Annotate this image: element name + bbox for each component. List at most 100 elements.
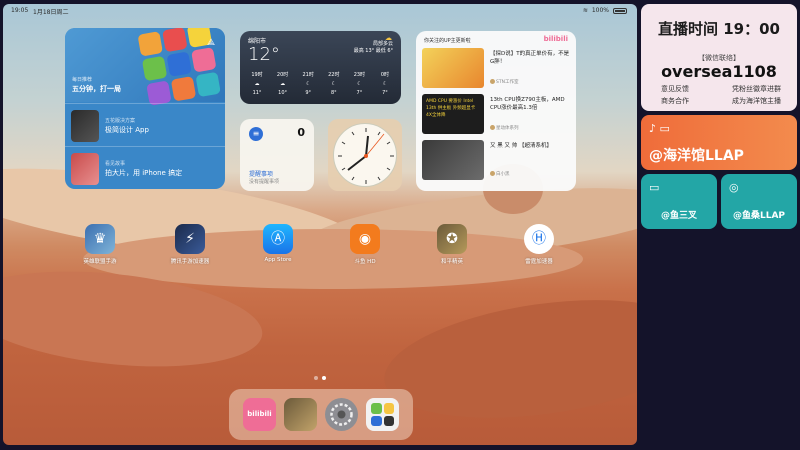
weather-hour: 23时 ☾ 7° xyxy=(348,71,370,98)
dock-bilibili[interactable]: bilibili xyxy=(243,398,276,431)
douyin-panel: ♪ ▭ @海洋馆LLAP xyxy=(641,115,797,170)
video-title: 又 黑 又 帅 【超清系机】 xyxy=(490,143,552,149)
app-label: 和平精英 xyxy=(440,259,463,265)
hour-temp: 9° xyxy=(305,90,312,96)
appstore-story-row[interactable]: 五花版决方案 极简设计 App xyxy=(65,103,225,146)
app-label: App Store xyxy=(264,257,292,263)
weather-widget[interactable]: 绵阳市 12° ☁ 局部多云 最高 13° 最低 6° 19时 ☁ 11° 20时 ☁… xyxy=(240,31,401,104)
weather-hilo: 最高 13° 最低 6° xyxy=(353,48,393,54)
hour-temp: 8° xyxy=(330,90,337,96)
video-thumbnail: AMD CPU 要涨价 Intel 13th 供主板 外频超显卡4X全体降 xyxy=(422,94,484,134)
battery-icon xyxy=(613,7,627,14)
mini-app-icon xyxy=(371,403,382,414)
video-title: 13th CPU换Z790主板，AMD CPU涨价最高1.3倍 xyxy=(490,97,565,111)
dock-settings-icon[interactable] xyxy=(325,398,358,431)
social-name: @鱼桑LLAP xyxy=(732,211,786,221)
gear-icon xyxy=(330,403,353,426)
video-up-name: STN工作室 xyxy=(496,80,519,85)
list-icon: ≡ xyxy=(249,127,263,141)
reminders-subtitle: 没有提醒事项 xyxy=(249,179,280,185)
live-info-panel: 直播时间 19：00 【微信联络】 oversea1108 意见反馈 凭粉丝徽章… xyxy=(641,4,797,111)
hour-temp: 7° xyxy=(382,90,388,96)
app-label: 英雄联盟手游 xyxy=(83,259,117,265)
bilibili-video-item[interactable]: AMD CPU 要涨价 Intel 13th 供主板 外频超显卡4X全体降 13… xyxy=(422,94,572,138)
up-avatar xyxy=(490,79,495,84)
weather-hour: 0时 ☾ 7° xyxy=(374,71,396,98)
dock-peace-elite-icon[interactable] xyxy=(284,398,317,431)
appstore-top[interactable]: ⟁ 每日推荐 五分钟，打一局 xyxy=(65,28,225,106)
rock-layer xyxy=(376,282,637,436)
lol-mobile-icon: ♛ xyxy=(85,224,115,254)
app-label: 斗鱼 HD xyxy=(354,259,376,265)
weather-hour: 19时 ☁ 11° xyxy=(246,71,268,98)
live-info-row: 商务合作 成为海洋馆主播 xyxy=(661,96,781,106)
live-info-row: 意见反馈 凭粉丝徽章进群 xyxy=(661,84,781,94)
hour-time: 0时 xyxy=(380,72,390,78)
page-indicator[interactable] xyxy=(314,376,326,380)
douyin-tv-icon: ♪ ▭ xyxy=(649,122,670,135)
battery-percent: 100% xyxy=(591,7,609,14)
appstore-story-row[interactable]: 看见故事 拍大片，用 iPhone 搞定 xyxy=(65,146,225,189)
clock-face xyxy=(333,123,397,187)
video-thumbnail xyxy=(422,140,484,180)
bilibili-video-item[interactable]: 又 黑 又 帅 【超清系机】 白小黑 xyxy=(422,140,572,184)
hour-time: 21时 xyxy=(302,72,314,78)
social-panel: ▭ @鱼三叉 xyxy=(641,174,717,229)
hour-time: 23时 xyxy=(353,72,366,78)
bilibili-video-item[interactable]: 【探D说】T的真正单价有，不是G胖！ STN工作室 xyxy=(422,48,572,92)
app-peace-elite[interactable]: ✪ 和平精英 xyxy=(422,224,482,270)
appstore-top-big: 五分钟，打一局 xyxy=(72,85,121,93)
story-thumbnail xyxy=(71,110,99,142)
page-dot[interactable] xyxy=(314,376,318,380)
bilibili-widget[interactable]: 你关注的UP主更新啦 bilibili 【探D说】T的真正单价有，不是G胖！ S… xyxy=(416,31,576,191)
social-name: @鱼三叉 xyxy=(660,211,697,221)
reminders-count: 0 xyxy=(297,126,305,139)
app-app-store[interactable]: Ⓐ App Store xyxy=(248,224,308,270)
status-date: 1月18日周二 xyxy=(33,9,69,16)
moon-icon: ☾ xyxy=(382,81,388,87)
tencent-accelerator-icon: ⚡ xyxy=(175,224,205,254)
tv-icon: ▭ xyxy=(649,181,660,194)
appstore-logo-icon: ⟁ xyxy=(207,38,216,48)
page-dot-active[interactable] xyxy=(322,376,326,380)
story-big-label: 极简设计 App xyxy=(105,126,149,134)
wifi-icon: ≋ xyxy=(582,7,588,14)
mini-app-icon xyxy=(383,415,394,426)
mini-app-icon xyxy=(383,403,394,414)
reminders-widget[interactable]: ≡ 0 提醒事项 没有提醒事项 xyxy=(240,119,314,191)
hour-time: 20时 xyxy=(276,72,289,78)
hour-time: 22时 xyxy=(328,72,340,78)
app-lol-mobile[interactable]: ♛ 英雄联盟手游 xyxy=(70,224,130,270)
clock-hands-icon xyxy=(338,128,394,184)
weather-hourly: 19时 ☁ 11° 20时 ☁ 10° 21时 ☾ 9° 22时 ☾ 8° 23时 ☾ 7° 0时 ☾… xyxy=(246,71,396,98)
feedback-label: 意见反馈 xyxy=(661,85,689,93)
hour-time: 19时 xyxy=(251,72,263,78)
cloud-icon: ☁ xyxy=(280,81,286,87)
dock-shortcuts-folder[interactable] xyxy=(366,398,399,431)
ipad-home-screen: 19:05 1月18日周二 ≋ 100% ⟁ 每日推荐 五分钟，打一局 五花版决… xyxy=(3,4,637,445)
douyin-name: @海洋馆LLAP xyxy=(649,148,744,164)
weather-hour: 20时 ☁ 10° xyxy=(272,71,294,98)
live-time: 直播时间 19：00 xyxy=(658,20,780,38)
app-tencent-accelerator[interactable]: ⚡ 腾讯手游加速器 xyxy=(160,224,220,270)
hour-temp: 11° xyxy=(252,90,262,96)
clock-widget[interactable] xyxy=(328,119,402,191)
video-thumbnail xyxy=(422,48,484,88)
stream-overlay: 19:05 1月18日周二 ≋ 100% ⟁ 每日推荐 五分钟，打一局 五花版决… xyxy=(0,0,800,450)
weather-temp: 12° xyxy=(248,44,280,65)
up-avatar xyxy=(490,125,495,130)
bilibili-header: 你关注的UP主更新啦 xyxy=(424,38,471,44)
reminders-title: 提醒事项 xyxy=(249,171,274,178)
thunder-accelerator-icon: Ⓗ xyxy=(524,224,554,254)
app-store-icon: Ⓐ xyxy=(263,224,293,254)
business-label: 商务合作 xyxy=(661,97,689,105)
video-up-name: 星动体系列 xyxy=(496,126,519,131)
app-thunder-accelerator[interactable]: Ⓗ 雷霆加速器 xyxy=(509,224,569,270)
story-big-label: 拍大片，用 iPhone 搞定 xyxy=(105,169,183,177)
app-douyu-hd[interactable]: ◉ 斗鱼 HD xyxy=(335,224,395,270)
bilibili-logo: bilibili xyxy=(543,35,568,43)
weather-condition-block: 局部多云 最高 13° 最低 6° xyxy=(354,41,393,55)
appstore-widget[interactable]: ⟁ 每日推荐 五分钟，打一局 五花版决方案 极简设计 App 看见故事 拍大片，… xyxy=(65,28,225,189)
douyu-icon: ◉ xyxy=(350,224,380,254)
hour-temp: 7° xyxy=(356,90,363,96)
